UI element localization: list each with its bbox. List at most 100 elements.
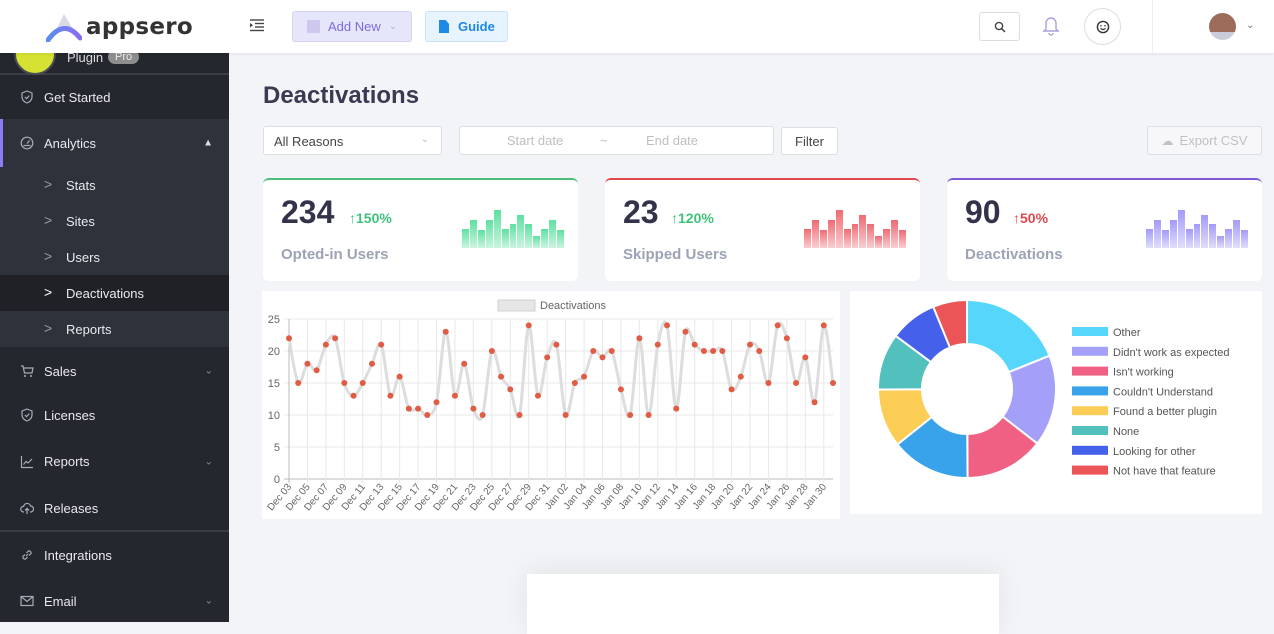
y-tick-label: 5: [274, 442, 280, 454]
add-new-label: Add New: [328, 19, 381, 34]
data-point: [645, 412, 652, 418]
add-icon: [307, 20, 320, 33]
data-point: [553, 341, 560, 348]
data-point: [415, 405, 422, 412]
sidebar-item-releases[interactable]: Releases: [0, 486, 229, 530]
legend-swatch: [1072, 346, 1108, 356]
notifications-button[interactable]: [1042, 14, 1060, 41]
data-point: [322, 341, 329, 348]
export-csv-label: Export CSV: [1179, 133, 1248, 148]
data-point: [405, 405, 412, 412]
data-point: [498, 373, 505, 380]
page-title: Deactivations: [263, 82, 420, 109]
chevron-right-icon: >: [44, 284, 53, 301]
legend-swatch: [1072, 386, 1108, 396]
sidebar-item-label: Users: [66, 249, 100, 265]
cart-icon: [21, 365, 34, 377]
menu-toggle-icon: [250, 19, 264, 32]
legend-label: Deactivations: [540, 300, 607, 312]
reasons-donut-chart-panel: Other Didn't work as expected Isn't workin…: [850, 291, 1262, 514]
mini-bar: [477, 230, 485, 248]
reason-select[interactable]: All Reasons ⌄: [263, 126, 442, 155]
data-point: [756, 348, 763, 354]
data-point: [636, 335, 643, 342]
add-new-button[interactable]: Add New ⌄: [292, 11, 412, 42]
brand-logo[interactable]: appsero: [46, 12, 193, 42]
search-button[interactable]: [979, 12, 1020, 41]
mini-bar: [517, 214, 525, 248]
chevron-down-icon: ⌄: [420, 134, 429, 145]
mini-bar: [1185, 229, 1193, 248]
mini-bar: [1201, 214, 1209, 248]
sidebar-subitem-stats[interactable]: > Stats: [0, 167, 229, 203]
sidebar-subitem-sites[interactable]: > Sites: [0, 203, 229, 239]
legend-label: Found a better plugin: [1113, 406, 1217, 418]
data-point: [341, 380, 348, 386]
mini-bar: [859, 214, 867, 248]
shield-check-icon: [21, 90, 33, 104]
filter-button[interactable]: Filter: [781, 127, 838, 155]
sidebar-item-integrations[interactable]: Integrations: [0, 532, 229, 578]
stat-value: 23: [623, 194, 659, 230]
data-point: [516, 412, 523, 418]
data-point: [728, 386, 735, 393]
mini-bar: [899, 230, 906, 248]
data-point: [571, 380, 578, 386]
sidebar-subitem-reports[interactable]: > Reports: [0, 311, 229, 347]
sidebar-subitem-users[interactable]: > Users: [0, 239, 229, 275]
end-date-input[interactable]: [622, 133, 722, 148]
mini-bar: [557, 230, 564, 248]
document-icon: [439, 20, 449, 33]
stat-value: 234: [281, 194, 335, 230]
mini-bar: [509, 224, 517, 248]
legend-label: Didn't work as expected: [1113, 347, 1229, 359]
main-content: Deactivations All Reasons ⌄ ~ Filter ☁ E…: [229, 53, 1274, 634]
data-point: [627, 412, 634, 418]
sidebar-item-email[interactable]: Email ⌄: [0, 578, 229, 624]
mini-bar-chart: [1146, 210, 1248, 248]
start-date-input[interactable]: [485, 133, 585, 148]
menu-toggle-button[interactable]: [249, 18, 265, 32]
date-range-picker[interactable]: ~: [459, 126, 774, 155]
guide-button[interactable]: Guide: [425, 11, 508, 42]
mini-bar: [1225, 229, 1233, 248]
sidebar-item-analytics[interactable]: Analytics ▲: [0, 119, 229, 167]
sidebar-item-label: Email: [44, 593, 77, 609]
avatar[interactable]: [1209, 13, 1236, 40]
feedback-button[interactable]: [1084, 8, 1121, 45]
dashboard-icon: [20, 136, 34, 150]
line-chart-icon: [20, 455, 33, 468]
sidebar-item-sales[interactable]: Sales ⌄: [0, 349, 229, 393]
data-point: [562, 412, 569, 418]
data-point: [719, 348, 726, 354]
data-point: [737, 373, 744, 380]
legend-label: Looking for other: [1113, 446, 1196, 458]
data-point: [332, 335, 339, 342]
link-icon: [22, 550, 32, 560]
chevron-down-icon[interactable]: ⌄: [1246, 20, 1254, 31]
data-point: [820, 322, 827, 329]
data-point: [368, 360, 375, 367]
cloud-download-icon: ☁: [1161, 133, 1174, 148]
legend-label: None: [1113, 426, 1139, 438]
export-csv-button[interactable]: ☁ Export CSV: [1147, 126, 1262, 155]
plugin-switcher[interactable]: Plugin Pro: [0, 33, 229, 75]
legend-swatch: [1072, 327, 1108, 336]
sidebar-item-get-started[interactable]: Get Started: [0, 75, 229, 119]
sidebar-item-reports[interactable]: Reports ⌄: [0, 437, 229, 486]
sidebar-subitem-deactivations[interactable]: > Deactivations: [0, 275, 229, 311]
data-point: [313, 367, 320, 374]
stat-label: Deactivations: [965, 246, 1063, 263]
chevron-right-icon: >: [44, 320, 53, 337]
data-point: [783, 335, 790, 342]
y-tick-label: 0: [274, 474, 280, 486]
chevron-down-icon: ⌄: [204, 365, 213, 377]
mini-bar: [867, 224, 875, 248]
mini-bar: [493, 210, 501, 248]
legend-label: Not have that feature: [1113, 466, 1216, 478]
sidebar-item-licenses[interactable]: Licenses: [0, 393, 229, 437]
data-point: [479, 412, 486, 418]
mini-bar: [485, 219, 493, 248]
stat-label: Skipped Users: [623, 246, 728, 263]
mini-bar: [835, 210, 843, 248]
